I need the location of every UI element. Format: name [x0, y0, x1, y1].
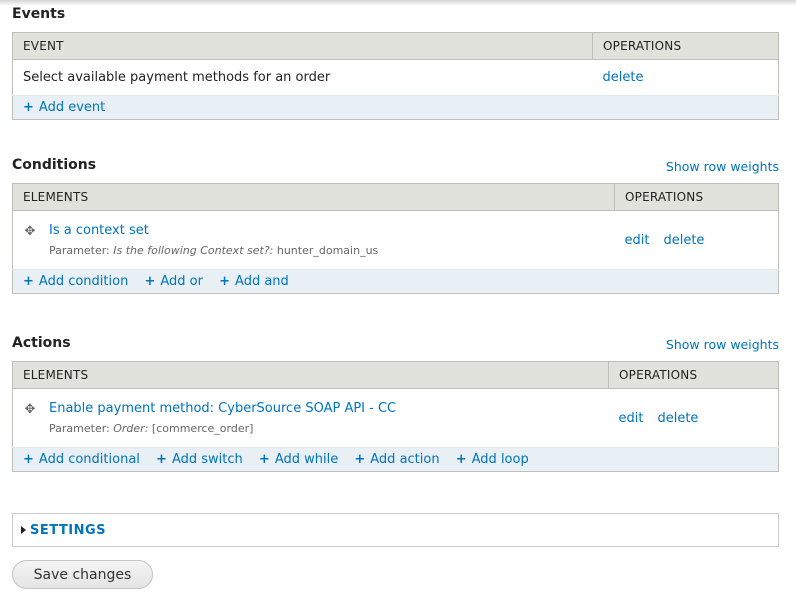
add-event-link[interactable]: + Add event [23, 100, 105, 115]
param-key: Is the following Context set?: [113, 244, 274, 257]
plus-icon: + [23, 452, 34, 467]
conditions-show-row-weights[interactable]: Show row weights [666, 159, 779, 174]
save-changes-button[interactable]: Save changes [12, 560, 153, 589]
param-prefix: Parameter: [49, 422, 110, 435]
events-col-event: EVENT [12, 32, 593, 60]
add-and-label: Add and [235, 274, 289, 289]
add-conditional-label: Add conditional [38, 452, 140, 467]
add-condition-link[interactable]: + Add condition [23, 274, 128, 289]
settings-fieldset[interactable]: SETTINGS [12, 513, 779, 547]
settings-label: SETTINGS [30, 522, 107, 538]
condition-parameter: Parameter: Is the following Context set?… [49, 244, 378, 257]
add-while-link[interactable]: + Add while [259, 452, 338, 467]
conditions-col-elements: ELEMENTS [12, 183, 615, 211]
plus-icon: + [258, 452, 270, 467]
actions-title: Actions [12, 335, 71, 351]
add-loop-label: Add loop [471, 452, 529, 467]
plus-icon: + [156, 452, 167, 467]
actions-show-row-weights[interactable]: Show row weights [666, 337, 779, 352]
action-label-link[interactable]: Enable payment method: CyberSource SOAP … [49, 401, 396, 416]
plus-icon: + [23, 274, 34, 289]
add-switch-link[interactable]: + Add switch [156, 452, 243, 467]
condition-edit-link[interactable]: edit [625, 233, 650, 248]
actions-col-operations: OPERATIONS [608, 361, 779, 389]
add-switch-label: Add switch [171, 452, 243, 467]
add-condition-label: Add condition [38, 274, 129, 289]
events-table: EVENT OPERATIONS Select available paymen… [12, 32, 779, 120]
conditions-title: Conditions [12, 157, 97, 173]
plus-icon: + [144, 274, 156, 289]
action-parameter: Parameter: Order: [commerce_order] [49, 422, 396, 435]
events-title: Events [12, 6, 66, 22]
triangle-right-icon [21, 526, 26, 534]
add-or-link[interactable]: + Add or [144, 274, 203, 289]
plus-icon: + [219, 274, 231, 289]
actions-col-elements: ELEMENTS [12, 361, 609, 389]
param-key: Order: [113, 422, 149, 435]
action-edit-link[interactable]: edit [619, 411, 644, 426]
add-action-label: Add action [370, 452, 440, 467]
add-and-link[interactable]: + Add and [219, 274, 289, 289]
table-row: Select available payment methods for an … [12, 59, 779, 96]
condition-label-link[interactable]: Is a context set [49, 223, 149, 238]
top-shadow [0, 0, 796, 6]
plus-icon: + [354, 452, 366, 467]
conditions-table: ELEMENTS OPERATIONS ✥ Is a context set P… [12, 183, 779, 294]
plus-icon: + [455, 452, 467, 467]
events-col-operations: OPERATIONS [592, 32, 779, 60]
table-row: ✥ Enable payment method: CyberSource SOA… [12, 388, 779, 448]
conditions-col-operations: OPERATIONS [614, 183, 779, 211]
add-event-label: Add event [38, 100, 106, 115]
table-row: ✥ Is a context set Parameter: Is the fol… [12, 210, 779, 270]
drag-handle-icon[interactable]: ✥ [23, 225, 37, 239]
add-or-label: Add or [160, 274, 203, 289]
event-label: Select available payment methods for an … [12, 59, 593, 96]
event-delete-link[interactable]: delete [603, 70, 644, 85]
add-action-link[interactable]: + Add action [354, 452, 439, 467]
drag-handle-icon[interactable]: ✥ [23, 403, 37, 417]
param-value: [commerce_order] [151, 422, 254, 435]
add-while-label: Add while [274, 452, 339, 467]
param-prefix: Parameter: [49, 244, 110, 257]
condition-delete-link[interactable]: delete [663, 233, 704, 248]
plus-icon: + [23, 100, 34, 115]
add-conditional-link[interactable]: + Add conditional [23, 452, 140, 467]
add-loop-link[interactable]: + Add loop [456, 452, 529, 467]
actions-table: ELEMENTS OPERATIONS ✥ Enable payment met… [12, 361, 779, 472]
action-delete-link[interactable]: delete [657, 411, 698, 426]
param-value: hunter_domain_us [276, 244, 379, 257]
